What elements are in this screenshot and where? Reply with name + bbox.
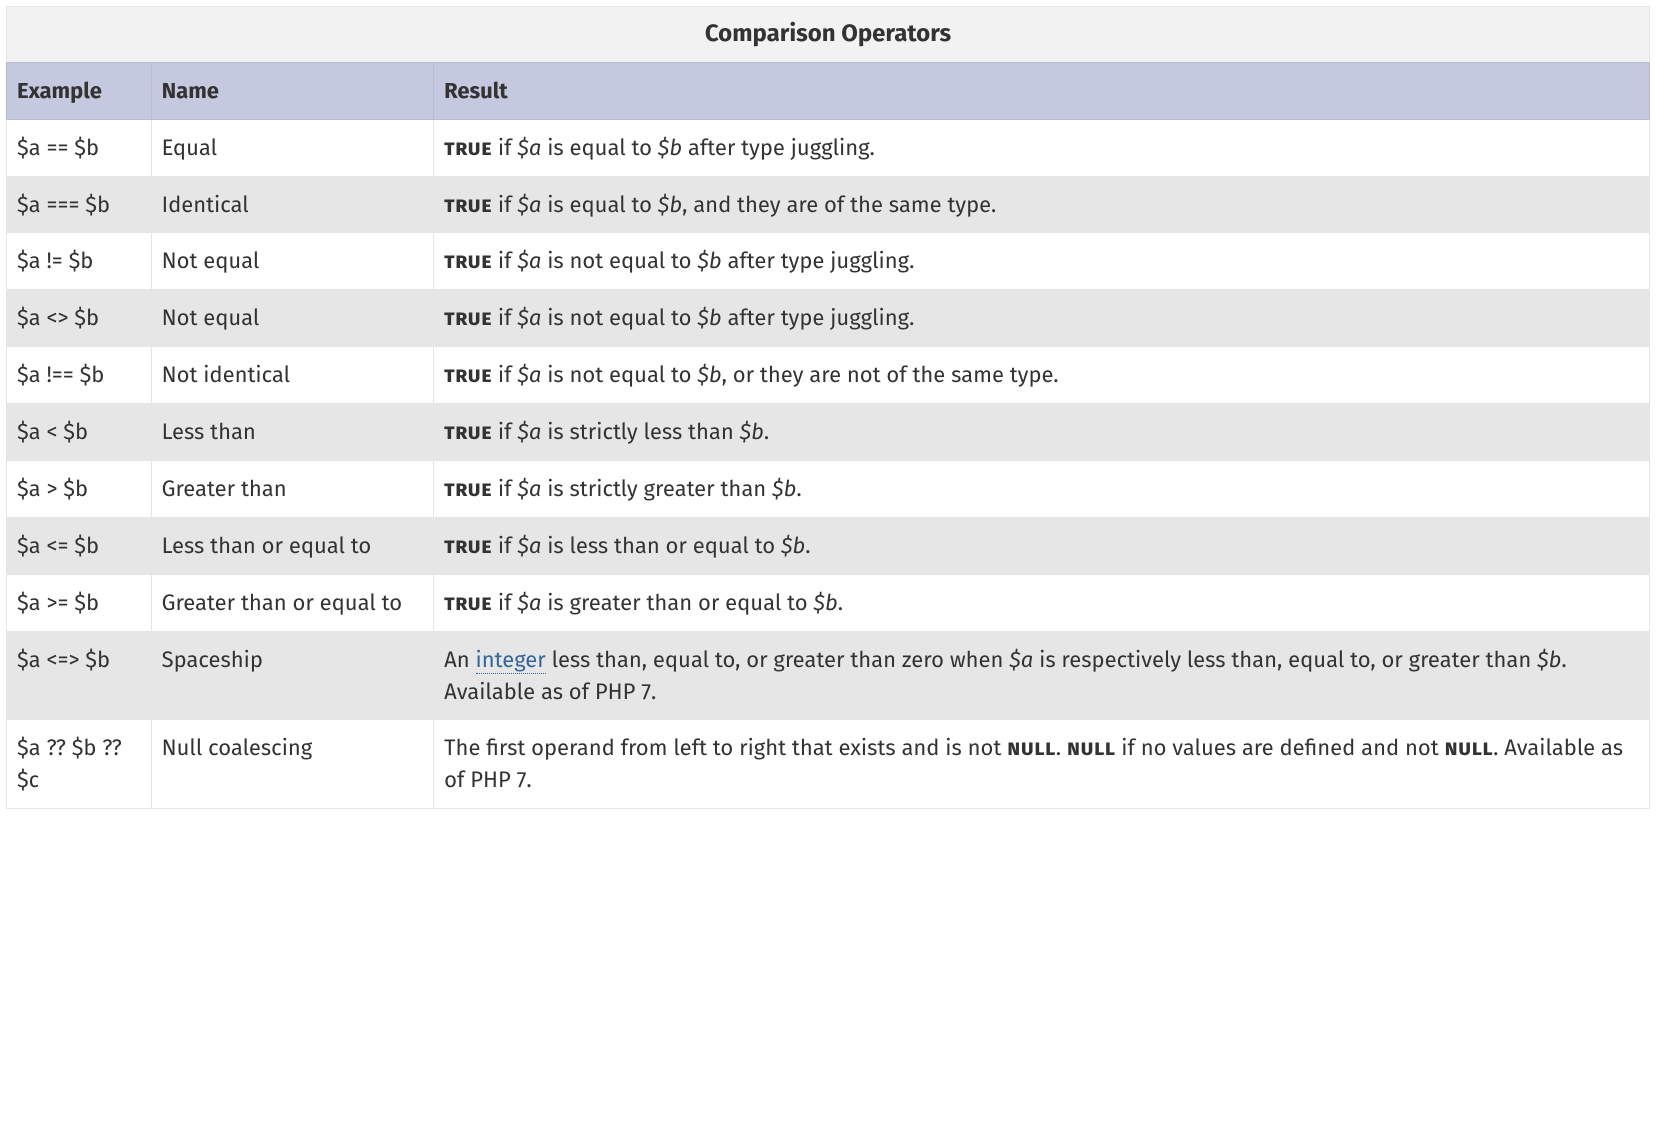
cell-name: Spaceship [151,631,434,720]
cell-name: Less than [151,404,434,461]
cell-result: true if $a is not equal to $b, or they a… [434,347,1650,404]
cell-example: $a > $b [7,461,152,518]
cell-result: true if $a is not equal to $b after type… [434,233,1650,290]
cell-result: true if $a is not equal to $b after type… [434,290,1650,347]
cell-example: $a !== $b [7,347,152,404]
var-b: $b [772,475,796,502]
const-true: true [444,134,492,161]
table-row: $a <= $b Less than or equal to true if $… [7,517,1650,574]
col-header-example: Example [7,62,152,119]
table-row: $a === $b Identical true if $a is equal … [7,176,1650,233]
cell-example: $a < $b [7,404,152,461]
cell-example: $a != $b [7,233,152,290]
var-b: $b [1537,646,1561,673]
cell-name: Not identical [151,347,434,404]
var-b: $b [658,134,682,161]
var-a: $a [517,247,541,274]
const-true: true [444,361,492,388]
cell-result: An integer less than, equal to, or great… [434,631,1650,720]
cell-result: true if $a is equal to $b, and they are … [434,176,1650,233]
var-b: $b [781,532,805,559]
cell-name: Less than or equal to [151,517,434,574]
const-true: true [444,589,492,616]
var-a: $a [517,191,541,218]
cell-result: true if $a is greater than or equal to $… [434,574,1650,631]
var-b: $b [697,361,721,388]
table-row: $a <> $b Not equal true if $a is not equ… [7,290,1650,347]
var-b: $b [658,191,682,218]
cell-example: $a <=> $b [7,631,152,720]
const-true: true [444,418,492,445]
table-row: $a > $b Greater than true if $a is stric… [7,461,1650,518]
comparison-operators-table: Comparison Operators Example Name Result… [6,6,1650,809]
var-b: $b [697,247,721,274]
col-header-result: Result [434,62,1650,119]
cell-example: $a == $b [7,119,152,176]
var-a: $a [1009,646,1033,673]
const-null: null [1007,734,1056,761]
var-a: $a [517,418,541,445]
cell-result: The first operand from left to right tha… [434,720,1650,809]
const-true: true [444,191,492,218]
cell-example: $a >= $b [7,574,152,631]
var-a: $a [517,134,541,161]
var-a: $a [517,532,541,559]
const-null: null [1067,734,1116,761]
var-a: $a [517,589,541,616]
cell-name: Greater than or equal to [151,574,434,631]
var-b: $b [740,418,764,445]
cell-name: Null coalescing [151,720,434,809]
const-true: true [444,532,492,559]
table-row: $a <=> $b Spaceship An integer less than… [7,631,1650,720]
table-row: $a ?? $b ?? $c Null coalescing The first… [7,720,1650,809]
cell-example: $a === $b [7,176,152,233]
table-row: $a == $b Equal true if $a is equal to $b… [7,119,1650,176]
cell-result: true if $a is strictly greater than $b. [434,461,1650,518]
const-true: true [444,247,492,274]
const-true: true [444,475,492,502]
cell-example: $a <= $b [7,517,152,574]
cell-name: Greater than [151,461,434,518]
table-row: $a < $b Less than true if $a is strictly… [7,404,1650,461]
cell-result: true if $a is less than or equal to $b. [434,517,1650,574]
var-a: $a [517,361,541,388]
table-row: $a >= $b Greater than or equal to true i… [7,574,1650,631]
cell-example: $a <> $b [7,290,152,347]
table-header-row: Example Name Result [7,62,1650,119]
const-true: true [444,304,492,331]
var-b: $b [813,589,837,616]
cell-result: true if $a is equal to $b after type jug… [434,119,1650,176]
var-a: $a [517,304,541,331]
table-row: $a !== $b Not identical true if $a is no… [7,347,1650,404]
const-null: null [1444,734,1493,761]
link-integer-type[interactable]: integer [476,646,546,674]
cell-name: Not equal [151,233,434,290]
cell-example: $a ?? $b ?? $c [7,720,152,809]
cell-name: Identical [151,176,434,233]
cell-result: true if $a is strictly less than $b. [434,404,1650,461]
table-row: $a != $b Not equal true if $a is not equ… [7,233,1650,290]
col-header-name: Name [151,62,434,119]
var-b: $b [697,304,721,331]
table-caption: Comparison Operators [6,6,1650,62]
cell-name: Equal [151,119,434,176]
var-a: $a [517,475,541,502]
cell-name: Not equal [151,290,434,347]
